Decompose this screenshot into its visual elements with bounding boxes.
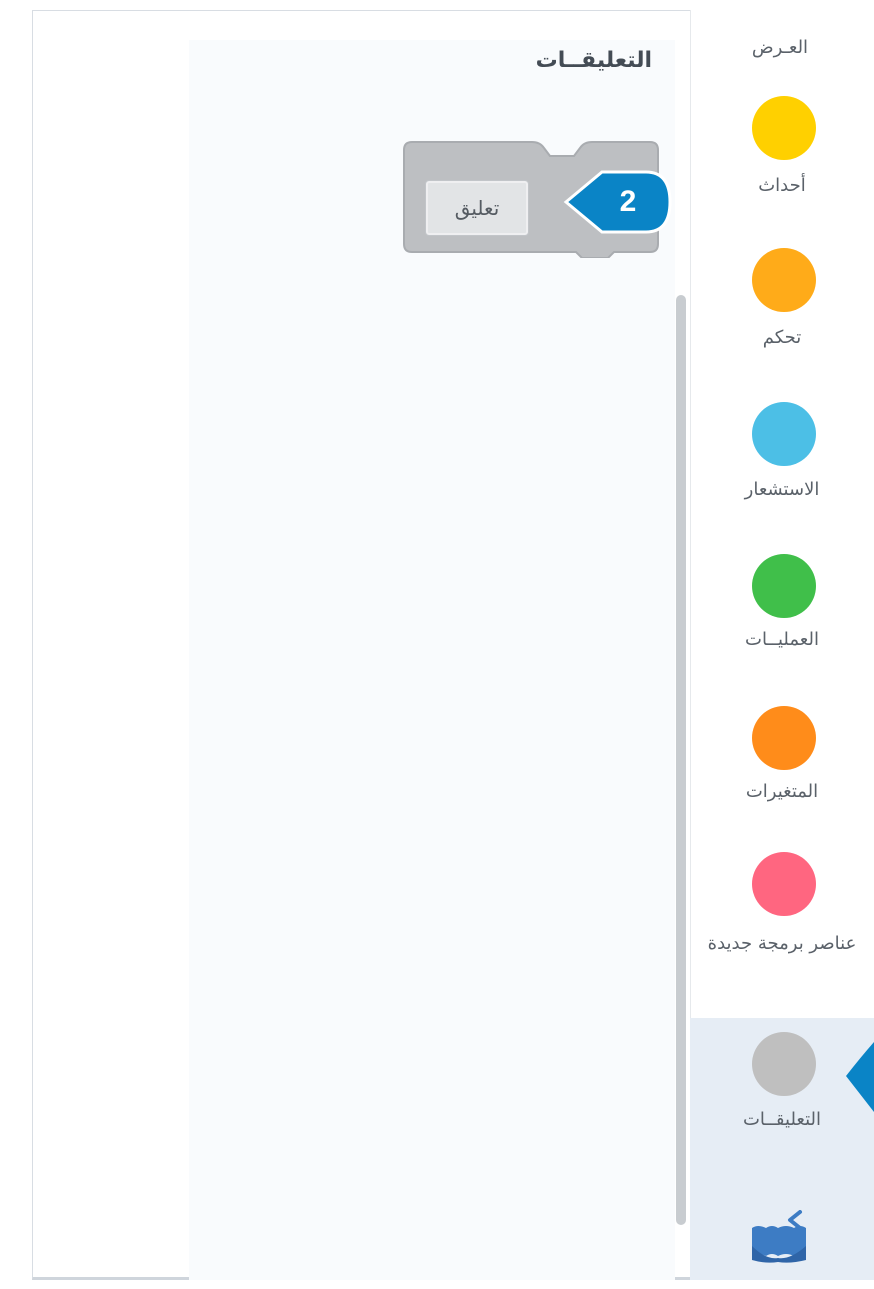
category-sensing-label[interactable]: الاستشعار (714, 478, 850, 502)
category-variables-icon[interactable] (752, 706, 816, 770)
category-events-label[interactable]: أحداث (720, 174, 844, 198)
script-area-edge[interactable] (33, 11, 189, 1277)
category-header: العـرض (751, 37, 809, 58)
category-sensing-icon[interactable] (752, 402, 816, 466)
category-control-label[interactable]: تحكم (720, 326, 844, 350)
category-my-blocks-icon[interactable] (752, 852, 816, 916)
callout-number: 2 (619, 185, 637, 218)
category-variables-label[interactable]: المتغيرات (714, 780, 850, 804)
selected-pointer (842, 1040, 874, 1114)
category-operators-icon[interactable] (752, 554, 816, 618)
add-extension-icon[interactable] (748, 1210, 812, 1264)
category-operators-label[interactable]: العمليــات (714, 628, 850, 652)
category-control-icon[interactable] (752, 248, 816, 312)
category-comments-icon[interactable] (752, 1032, 816, 1096)
palette-title: التعليقــات (535, 48, 652, 73)
comment-text-field[interactable]: تعليق (425, 180, 529, 236)
category-comments-label[interactable]: التعليقــات (714, 1108, 850, 1132)
category-my-blocks-label[interactable]: عناصر برمجة جديدة (690, 932, 874, 956)
palette-scrollbar[interactable] (676, 295, 686, 1225)
category-events-icon[interactable] (752, 96, 816, 160)
